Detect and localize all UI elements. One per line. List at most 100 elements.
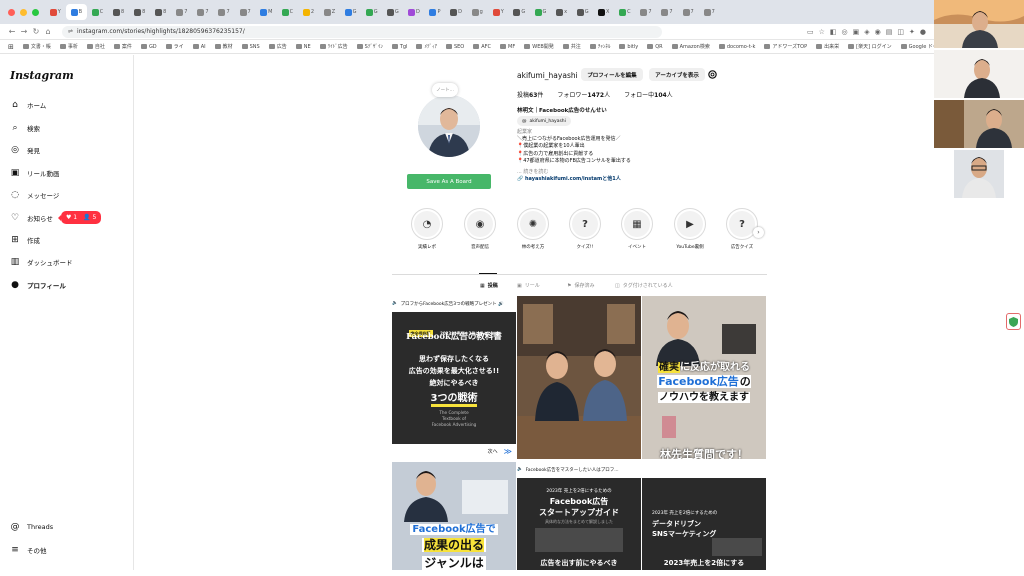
extension-icon[interactable]: ◧ <box>830 28 837 36</box>
bookmark-item[interactable]: MF <box>500 44 515 50</box>
browser-tab[interactable]: 8 <box>108 4 129 20</box>
browser-tab[interactable]: D <box>404 4 425 20</box>
minimize-window-button[interactable] <box>20 8 27 16</box>
browser-tab[interactable]: G <box>361 4 382 20</box>
browser-tab[interactable]: g <box>467 4 488 20</box>
profile-tab[interactable]: ▦ 投稿 <box>480 282 498 290</box>
bookmark-item[interactable]: 共注 <box>562 43 581 50</box>
story-highlight[interactable]: ▦ イベント <box>617 208 657 250</box>
browser-tab[interactable]: P <box>425 4 446 20</box>
participant-video[interactable] <box>934 50 1024 98</box>
bookmark-item[interactable]: ﾒﾃﾞｨｱ <box>416 43 437 50</box>
nav-item[interactable]: ≡ その他 <box>10 545 46 555</box>
bookmark-item[interactable]: Tgl <box>391 44 407 50</box>
profile-tab[interactable]: ◫ タグ付けされている人 <box>615 282 673 290</box>
profile-stat[interactable]: フォロワー1472人 <box>557 90 610 99</box>
highlights-next-icon[interactable]: › <box>753 227 764 238</box>
browser-tab[interactable]: 7 <box>214 4 235 20</box>
home-browser-icon[interactable]: ⌂ <box>42 27 54 36</box>
bookmark-item[interactable]: 広告 <box>268 43 287 50</box>
participant-video[interactable] <box>934 0 1024 48</box>
story-highlight[interactable]: ◔ 実績レポ <box>407 208 447 250</box>
story-highlight[interactable]: ? クイズ!! <box>565 208 605 250</box>
participant-video[interactable] <box>934 100 1024 148</box>
browser-tab[interactable]: C <box>277 4 298 20</box>
shield-extension-icon[interactable] <box>1006 313 1021 330</box>
browser-tab[interactable]: 7 <box>636 4 657 20</box>
participant-video[interactable] <box>954 150 1004 198</box>
story-highlight[interactable]: ▶ YouTube裏側 <box>670 208 710 250</box>
cast-icon[interactable]: ▭ <box>807 28 814 36</box>
post-tile[interactable]: 確実に反応が取れる Facebook広告の ノウハウを教えます 林先生質問です！ <box>642 296 766 459</box>
reload-icon[interactable]: ↻ <box>30 27 42 36</box>
maximize-window-button[interactable] <box>32 8 39 16</box>
profile-icon[interactable]: ● <box>920 28 926 36</box>
browser-tab[interactable]: G <box>509 4 530 20</box>
browser-tab[interactable]: 7 <box>699 4 720 20</box>
profile-tab[interactable]: ▣ リール <box>517 282 540 290</box>
browser-tab[interactable]: C <box>615 4 636 20</box>
extension-icon[interactable]: ◫ <box>897 28 904 36</box>
browser-tab[interactable]: 7 <box>193 4 214 20</box>
bookmark-item[interactable]: 事析 <box>59 43 78 50</box>
browser-tab[interactable]: G <box>530 4 551 20</box>
browser-tab[interactable]: 8 <box>150 4 171 20</box>
profile-tab[interactable]: ⚑ 保存済み <box>567 282 595 290</box>
apps-grid-icon[interactable]: ⊞ <box>8 43 14 51</box>
note-bubble[interactable]: ノート... <box>432 83 458 97</box>
bookmark-item[interactable]: docomo-t-k <box>718 44 755 50</box>
bookmark-item[interactable]: Amazon検索 <box>671 43 710 50</box>
nav-item[interactable]: ♡ お知らせ <box>10 213 53 223</box>
browser-tab[interactable]: 2 <box>298 4 319 20</box>
instagram-logo[interactable]: Instagram <box>10 69 74 82</box>
browser-tab[interactable]: 7 <box>657 4 678 20</box>
browser-tab[interactable]: 8 <box>129 4 150 20</box>
back-arrow-icon[interactable]: ← <box>6 27 18 36</box>
browser-tab[interactable]: Y <box>45 4 66 20</box>
nav-item[interactable]: @ Threads <box>10 522 54 532</box>
bookmark-item[interactable]: SNS <box>241 44 260 50</box>
post-tile-photo[interactable] <box>517 296 641 459</box>
next-label[interactable]: 次へ <box>488 448 498 455</box>
nav-item[interactable]: ⌂ ホーム <box>10 100 46 110</box>
browser-tab[interactable]: Y <box>488 4 509 20</box>
bookmark-item[interactable]: [楽天] ログイン <box>848 43 892 50</box>
bookmark-item[interactable]: AFC <box>473 44 491 50</box>
post-tile[interactable]: Facebook広告で 成果の出る ジャンルは <box>392 462 516 570</box>
post-tile[interactable]: 2023年 売上を2倍にするための データドリブン SNSマーケティング 202… <box>642 478 766 570</box>
next-arrows-icon[interactable]: ≫ <box>504 447 512 456</box>
bookmark-item[interactable]: ﾜｲﾄﾞ広告 <box>319 43 348 50</box>
nav-item[interactable]: ◌ メッセージ <box>10 190 59 200</box>
browser-tab[interactable]: 7 <box>172 4 193 20</box>
browser-tab[interactable]: X <box>593 4 614 20</box>
extension-icon[interactable]: ▣ <box>853 28 860 36</box>
browser-tab[interactable]: 7 <box>235 4 256 20</box>
nav-item[interactable]: ● プロフィール <box>10 280 66 290</box>
post-tile[interactable]: 2023年 売上を2倍にするための Facebook広告 スタートアップガイド … <box>517 478 641 570</box>
profile-stat[interactable]: フォロー中104人 <box>624 90 673 99</box>
star-icon[interactable]: ☆ <box>819 28 825 36</box>
profile-avatar[interactable] <box>418 95 480 157</box>
browser-tab[interactable]: Z <box>319 4 340 20</box>
bookmark-item[interactable]: 教材 <box>214 43 233 50</box>
bookmark-item[interactable]: GD <box>140 44 157 50</box>
gear-icon[interactable] <box>707 69 718 80</box>
browser-tab[interactable]: G <box>340 4 361 20</box>
site-info-icon[interactable]: ⇌ <box>68 28 73 35</box>
nav-item[interactable]: ⌕ 検索 <box>10 123 40 133</box>
bookmark-item[interactable]: 自社 <box>86 43 105 50</box>
bookmark-item[interactable]: AI <box>192 44 206 50</box>
browser-tab[interactable]: 7 <box>678 4 699 20</box>
browser-tab[interactable]: B <box>66 4 87 20</box>
nav-item[interactable]: ▣ リール動画 <box>10 168 60 178</box>
bookmark-item[interactable]: Sﾃﾞｻﾞｲﾝ <box>356 43 383 50</box>
browser-tab[interactable]: M <box>256 4 277 20</box>
nav-item[interactable]: ▥ ダッシュボード <box>10 257 73 267</box>
nav-item[interactable]: ◎ 発見 <box>10 145 40 155</box>
bookmark-item[interactable]: ライ <box>165 43 184 50</box>
bookmark-item[interactable]: Google ドキュメント <box>900 43 934 50</box>
browser-tab[interactable]: x <box>551 4 572 20</box>
bookmark-item[interactable]: WEB開発 <box>524 43 554 50</box>
view-archive-button[interactable]: アーカイブを表示 <box>649 68 705 81</box>
story-highlight[interactable]: ◉ 音声配信 <box>460 208 500 250</box>
